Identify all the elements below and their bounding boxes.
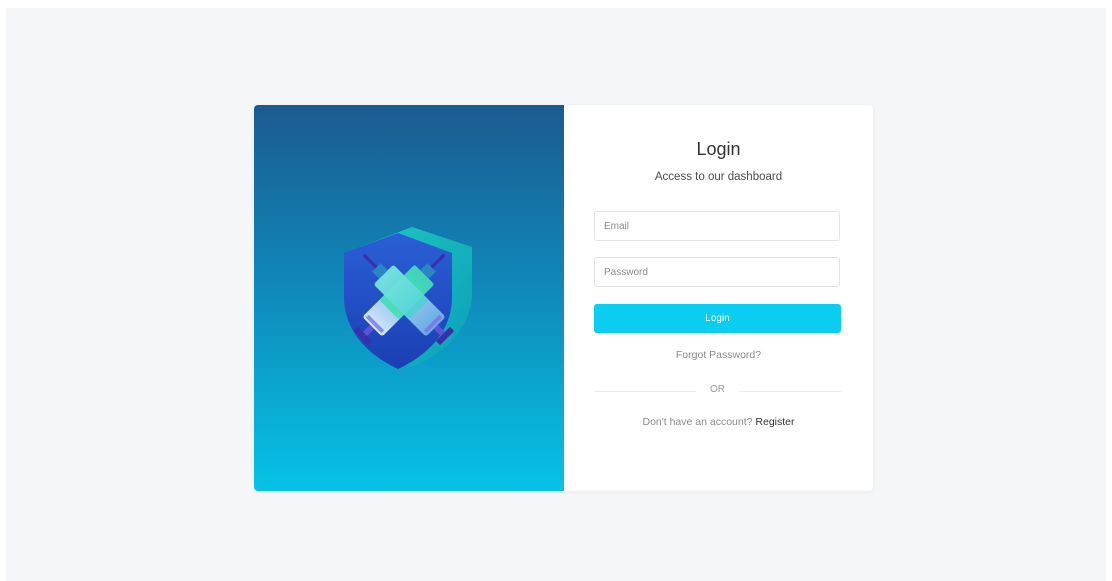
crossed-syringes-shield-icon: [344, 227, 472, 369]
register-link[interactable]: Register: [755, 416, 794, 428]
divider-line: [739, 391, 841, 392]
password-input[interactable]: [594, 257, 840, 287]
divider-label: OR: [710, 384, 725, 395]
login-button[interactable]: Login: [594, 304, 841, 333]
forgot-password-link[interactable]: Forgot Password?: [564, 349, 873, 361]
email-input[interactable]: [594, 211, 840, 241]
register-prompt: Don't have an account? Register: [564, 416, 873, 428]
page-title: Login: [696, 139, 741, 159]
or-divider: OR: [594, 384, 841, 398]
page-background: Login Access to our dashboard Login Forg…: [6, 8, 1106, 581]
page-subtitle: Access to our dashboard: [654, 171, 783, 183]
brand-panel: [254, 105, 564, 491]
login-form: Login Access to our dashboard Login Forg…: [564, 105, 873, 491]
login-card: Login Access to our dashboard Login Forg…: [254, 105, 873, 491]
no-account-text: Don't have an account?: [642, 416, 753, 428]
